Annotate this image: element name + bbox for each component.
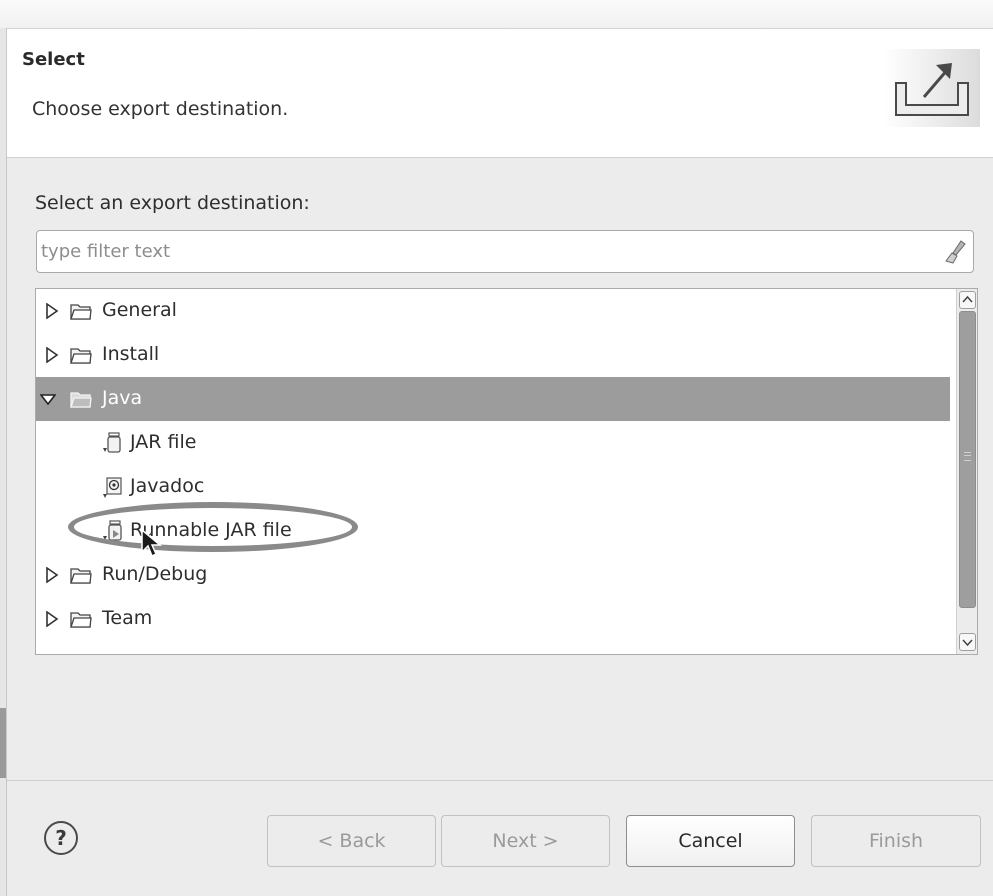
back-button[interactable]: < Back — [267, 815, 436, 867]
tree-item-runnable-jar-file[interactable]: Runnable JAR file — [36, 509, 950, 553]
folder-open-icon — [70, 392, 92, 408]
expand-arrow-icon[interactable] — [45, 303, 59, 319]
collapse-arrow-icon[interactable] — [40, 393, 56, 405]
export-icon — [884, 49, 980, 127]
filter-input[interactable] — [41, 233, 921, 270]
tree-item-run-debug[interactable]: Run/Debug — [36, 553, 950, 597]
jar-icon — [103, 432, 121, 453]
tree-item-label: Team — [102, 607, 153, 629]
next-button[interactable]: Next > — [441, 815, 610, 867]
edge-marker — [0, 708, 6, 778]
scroll-down-button[interactable] — [959, 633, 976, 651]
tree-item-label: Runnable JAR file — [130, 519, 292, 541]
scroll-thumb[interactable] — [959, 311, 976, 608]
clear-filter-icon[interactable] — [945, 239, 967, 265]
tree-item-label: Run/Debug — [102, 563, 208, 585]
page-description: Choose export destination. — [32, 98, 289, 120]
folder-icon — [70, 348, 92, 364]
tree-item-jar-file[interactable]: JAR file — [36, 421, 950, 465]
page-title: Select — [22, 49, 85, 70]
expand-arrow-icon[interactable] — [45, 567, 59, 583]
tree-item-label: Javadoc — [130, 475, 205, 497]
javadoc-icon — [103, 477, 122, 498]
folder-icon — [70, 304, 92, 320]
tree-item-javadoc[interactable]: Javadoc — [36, 465, 950, 509]
tree-item-team[interactable]: Team — [36, 597, 950, 641]
wizard-content: Select an export destination: General In… — [7, 158, 993, 780]
help-button[interactable]: ? — [44, 821, 78, 855]
tree-item-label: JAR file — [130, 431, 197, 453]
tree-item-label: Java — [102, 387, 143, 409]
wizard-footer: ? < Back Next > Cancel Finish — [7, 781, 993, 896]
scroll-grip — [964, 452, 971, 461]
destination-tree[interactable]: General Install Java JAR file Javadoc Ru… — [35, 288, 978, 655]
chevron-up-icon — [962, 295, 973, 303]
window-left-edge — [0, 28, 7, 896]
expand-arrow-icon[interactable] — [45, 611, 59, 627]
runnable-jar-icon — [103, 520, 122, 541]
tree-item-label: Install — [102, 343, 160, 365]
expand-arrow-icon[interactable] — [45, 347, 59, 363]
filter-field[interactable] — [36, 230, 974, 273]
chevron-down-icon — [962, 639, 973, 647]
destination-label: Select an export destination: — [35, 192, 310, 214]
cancel-button[interactable]: Cancel — [626, 815, 795, 867]
window-top-strip — [0, 0, 993, 29]
folder-icon — [70, 612, 92, 628]
scroll-up-button[interactable] — [959, 291, 976, 309]
folder-icon — [70, 568, 92, 584]
tree-item-install[interactable]: Install — [36, 333, 950, 377]
tree-scrollbar[interactable] — [956, 289, 977, 654]
tree-item-label: General — [102, 299, 177, 321]
tree-item-java[interactable]: Java — [36, 377, 950, 421]
wizard-header: Select Choose export destination. — [7, 29, 993, 158]
tree-item-general[interactable]: General — [36, 289, 950, 333]
finish-button[interactable]: Finish — [811, 815, 981, 867]
